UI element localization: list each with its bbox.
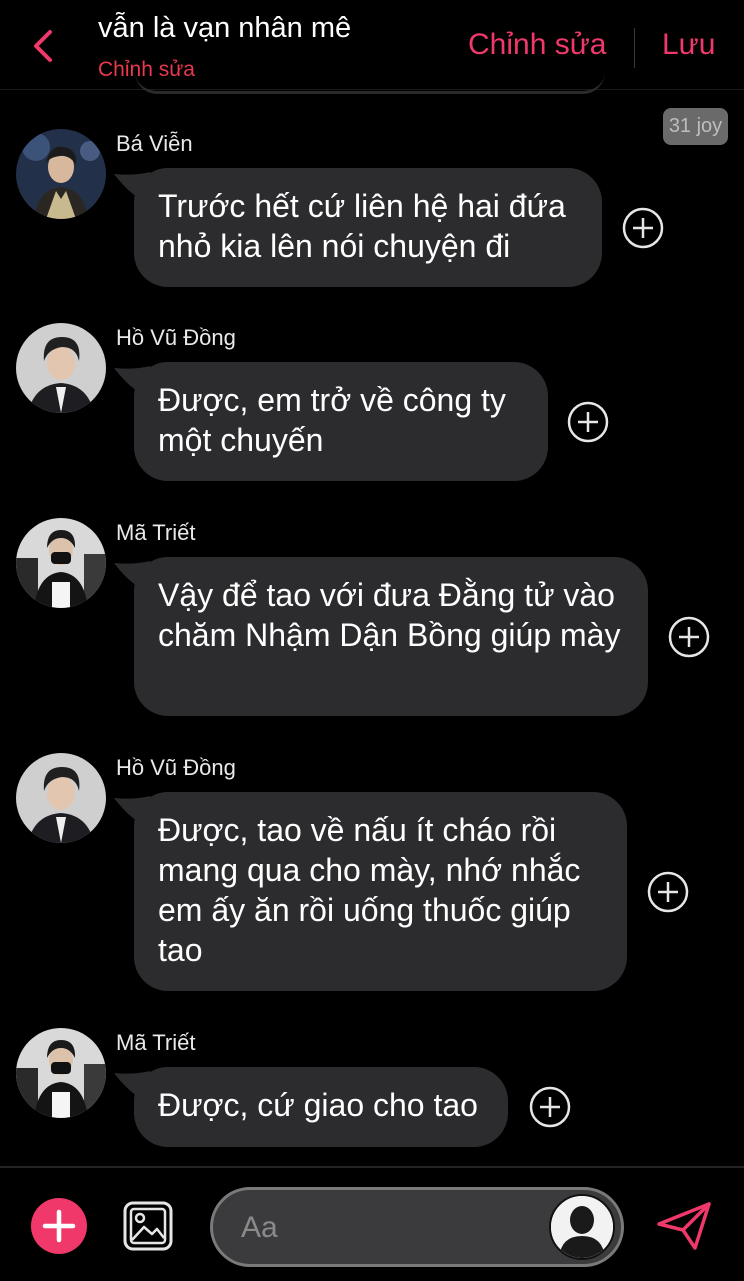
save-button[interactable]: Lưu xyxy=(662,28,715,62)
message-bubble[interactable]: Trước hết cứ liên hệ hai đứa nhỏ kia lên… xyxy=(134,168,602,287)
send-icon[interactable] xyxy=(655,1200,713,1252)
add-reaction-icon[interactable] xyxy=(621,206,665,250)
message-input[interactable]: Aa xyxy=(210,1187,624,1267)
sender-name: Mã Triết xyxy=(116,520,196,545)
edit-button[interactable]: Chỉnh sửa xyxy=(468,28,607,62)
message-bubble[interactable]: Được, tao về nấu ít cháo rồi mang qua ch… xyxy=(134,792,627,991)
message-bubble[interactable]: Được, cứ giao cho tao xyxy=(134,1067,508,1147)
sender-avatar-selector[interactable] xyxy=(549,1194,615,1260)
plus-icon xyxy=(42,1209,76,1243)
message-bubble[interactable]: Được, em trở về công ty một chuyến xyxy=(134,362,548,481)
previous-bubble-edge xyxy=(135,72,605,94)
avatar[interactable] xyxy=(16,1028,106,1118)
add-reaction-icon[interactable] xyxy=(566,400,610,444)
avatar[interactable] xyxy=(16,518,106,608)
sender-name: Bá Viễn xyxy=(116,131,193,156)
add-reaction-icon[interactable] xyxy=(646,870,690,914)
sender-name: Mã Triết xyxy=(116,1030,196,1055)
avatar[interactable] xyxy=(16,323,106,413)
header-divider xyxy=(634,28,635,68)
add-button[interactable] xyxy=(31,1198,87,1254)
message-bubble[interactable]: Vậy để tao với đưa Đằng tử vào chăm Nhậm… xyxy=(134,557,648,716)
person-silhouette-icon xyxy=(551,1196,613,1258)
back-chevron-icon[interactable] xyxy=(28,26,60,66)
image-icon[interactable] xyxy=(122,1200,174,1252)
avatar[interactable] xyxy=(16,129,106,219)
add-reaction-icon[interactable] xyxy=(528,1085,572,1129)
sender-name: Hồ Vũ Đồng xyxy=(116,325,236,350)
add-reaction-icon[interactable] xyxy=(667,615,711,659)
avatar[interactable] xyxy=(16,753,106,843)
message-input-placeholder: Aa xyxy=(241,1211,278,1244)
timestamp-badge: 31 joy xyxy=(663,108,728,145)
sender-name: Hồ Vũ Đồng xyxy=(116,755,236,780)
chat-title: vẫn là vạn nhân mê xyxy=(98,12,352,44)
